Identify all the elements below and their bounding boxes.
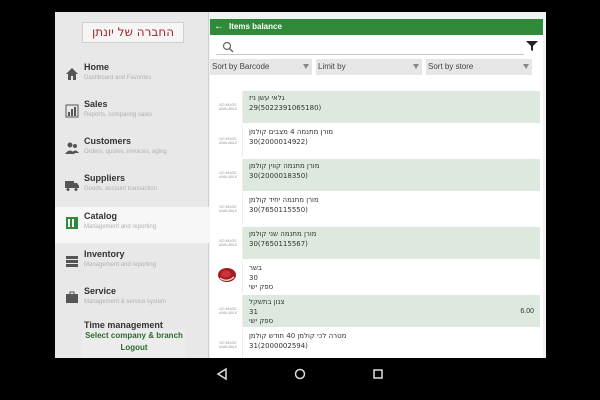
no-image-text: NO IMAGE AVAILABLE xyxy=(218,103,238,111)
sidebar-item-suppliers[interactable]: Suppliers Goods, account transaction xyxy=(55,169,209,205)
no-image-placeholder: NO IMAGE AVAILABLE xyxy=(213,295,243,327)
back-arrow-icon[interactable]: ← xyxy=(214,20,224,34)
item-name: מורן מתנמה שני קולמן xyxy=(249,230,317,238)
sidebar: החברה של יונתן Home Dashboard and Favori… xyxy=(55,12,209,358)
item-supplier: ספק ישי xyxy=(249,283,274,291)
limit-by-select[interactable]: Limit by xyxy=(316,59,422,75)
home-circle-icon[interactable] xyxy=(293,367,307,381)
sidebar-item-subtitle: Management and reporting xyxy=(84,262,157,268)
page-title: Items balance xyxy=(229,22,282,31)
back-triangle-icon[interactable] xyxy=(215,367,229,381)
item-code: 30(7650115550) xyxy=(249,206,308,214)
search-input[interactable] xyxy=(216,39,524,55)
item-image xyxy=(213,261,243,293)
truck-icon xyxy=(65,181,79,191)
no-image-placeholder: NO IMAGE AVAILABLE xyxy=(213,91,243,123)
sort-by-barcode-select[interactable]: Sort by Barcode xyxy=(210,59,312,75)
sidebar-item-subtitle: Reports, comparing sales xyxy=(84,112,153,118)
inventory-icon xyxy=(66,256,78,267)
no-image-text: NO IMAGE AVAILABLE xyxy=(218,341,238,349)
sidebar-item-subtitle: Dashboard and Favorites xyxy=(84,75,152,81)
list-item[interactable]: NO IMAGE AVAILABLE מטרה לכי קולמן 40 חוד… xyxy=(213,329,540,358)
no-image-placeholder: NO IMAGE AVAILABLE xyxy=(213,227,243,259)
sort-label: Limit by xyxy=(318,62,346,71)
dropdown-caret-icon xyxy=(303,64,309,69)
sidebar-item-service[interactable]: Service Management & service system xyxy=(55,282,209,318)
item-code: 30 xyxy=(249,274,258,282)
item-code: 31(2000002594) xyxy=(249,342,308,350)
sidebar-item-label: Inventory xyxy=(84,249,125,259)
list-item[interactable]: NO IMAGE AVAILABLE מורן מתנמה יחיד קולמן… xyxy=(213,193,540,225)
sort-label: Sort by store xyxy=(428,62,474,71)
select-company-button[interactable]: Select company & branch xyxy=(82,330,186,342)
catalog-icon xyxy=(66,217,78,229)
sidebar-item-label: Sales xyxy=(84,99,108,109)
item-supplier: ספק ישי xyxy=(249,317,274,325)
logout-button[interactable]: Logout xyxy=(82,342,186,354)
dropdown-caret-icon xyxy=(413,64,419,69)
sort-label: Sort by Barcode xyxy=(212,62,270,71)
item-name: מורן מתנמה קווין קולמן xyxy=(249,162,320,170)
list-item[interactable]: NO IMAGE AVAILABLE גלאי עשן ניז 29(50223… xyxy=(213,91,540,123)
android-navigation-bar xyxy=(0,358,600,400)
sidebar-item-home[interactable]: Home Dashboard and Favorites xyxy=(55,58,209,94)
list-item[interactable]: NO IMAGE AVAILABLE מורן מתנמה 4 מצבים קו… xyxy=(213,125,540,157)
dropdown-caret-icon xyxy=(523,64,529,69)
no-image-text: NO IMAGE AVAILABLE xyxy=(218,307,238,315)
item-quantity: 6.00 xyxy=(520,308,534,315)
home-icon xyxy=(66,68,78,80)
sidebar-item-subtitle: Orders, quotes, invoices, aging xyxy=(84,149,167,155)
no-image-text: NO IMAGE AVAILABLE xyxy=(218,205,238,213)
no-image-text: NO IMAGE AVAILABLE xyxy=(218,239,238,247)
item-name: צנון בתשקל xyxy=(249,298,285,306)
sidebar-bottom-actions: Select company & branch Logout xyxy=(82,330,186,358)
toolbar: ← Items balance xyxy=(210,19,543,35)
sidebar-item-label: Service xyxy=(84,286,117,296)
no-image-text: NO IMAGE AVAILABLE xyxy=(218,171,238,179)
no-image-placeholder: NO IMAGE AVAILABLE xyxy=(213,159,243,191)
meat-image xyxy=(218,268,236,282)
item-code: 30(2000018350) xyxy=(249,172,308,180)
app-screen: החברה של יונתן Home Dashboard and Favori… xyxy=(55,12,546,358)
company-name[interactable]: החברה של יונתן xyxy=(82,22,184,43)
list-item[interactable]: NO IMAGE AVAILABLE מורן מתנמה קווין קולמ… xyxy=(213,159,540,191)
no-image-placeholder: NO IMAGE AVAILABLE xyxy=(213,193,243,225)
sidebar-item-label: Suppliers xyxy=(84,173,126,183)
list-item[interactable]: NO IMAGE AVAILABLE צנון בתשקל 31 ספק ישי… xyxy=(213,295,540,327)
no-image-placeholder: NO IMAGE AVAILABLE xyxy=(213,329,243,358)
item-name: מורן מתנמה 4 מצבים קולמן xyxy=(249,128,334,136)
sidebar-item-subtitle: Management & service system xyxy=(84,299,167,305)
sidebar-item-sales[interactable]: Sales Reports, comparing sales xyxy=(55,95,209,131)
service-icon xyxy=(66,291,78,303)
item-code: 30(2000014922) xyxy=(249,138,308,146)
item-code: 29(5022391065180) xyxy=(249,104,322,112)
sidebar-item-catalog[interactable]: Catalog Management and reporting xyxy=(55,207,209,243)
item-name: בשר xyxy=(249,264,262,272)
list-item[interactable]: NO IMAGE AVAILABLE מורן מתנמה שני קולמן … xyxy=(213,227,540,259)
sidebar-item-inventory[interactable]: Inventory Management and reporting xyxy=(55,245,209,281)
list-item[interactable]: בשר 30 ספק ישי xyxy=(213,261,540,293)
recents-square-icon[interactable] xyxy=(371,367,385,381)
no-image-placeholder: NO IMAGE AVAILABLE xyxy=(213,125,243,157)
item-code: 31 xyxy=(249,308,258,316)
sidebar-item-label: Time management xyxy=(84,320,163,330)
customers-icon xyxy=(65,142,79,154)
sidebar-item-subtitle: Management and reporting xyxy=(84,224,157,230)
sales-chart-icon xyxy=(65,104,79,118)
filter-icon[interactable] xyxy=(526,40,538,52)
sidebar-item-customers[interactable]: Customers Orders, quotes, invoices, agin… xyxy=(55,132,209,168)
sidebar-item-label: Home xyxy=(84,62,110,72)
item-name: מורן מתנמה יחיד קולמן xyxy=(249,196,319,204)
sort-by-store-select[interactable]: Sort by store xyxy=(426,59,532,75)
sidebar-item-label: Catalog xyxy=(84,211,118,221)
item-code: 30(7650115567) xyxy=(249,240,308,248)
items-balance-panel: ← Items balance Sort by Barcode Limit by… xyxy=(210,19,543,358)
no-image-text: NO IMAGE AVAILABLE xyxy=(218,137,238,145)
item-name: גלאי עשן ניז xyxy=(249,94,285,102)
search-icon xyxy=(222,41,234,53)
sidebar-item-subtitle: Goods, account transaction xyxy=(84,186,158,192)
item-name: מטרה לכי קולמן 40 חודש קולמן xyxy=(249,332,347,340)
sidebar-item-label: Customers xyxy=(84,136,132,146)
